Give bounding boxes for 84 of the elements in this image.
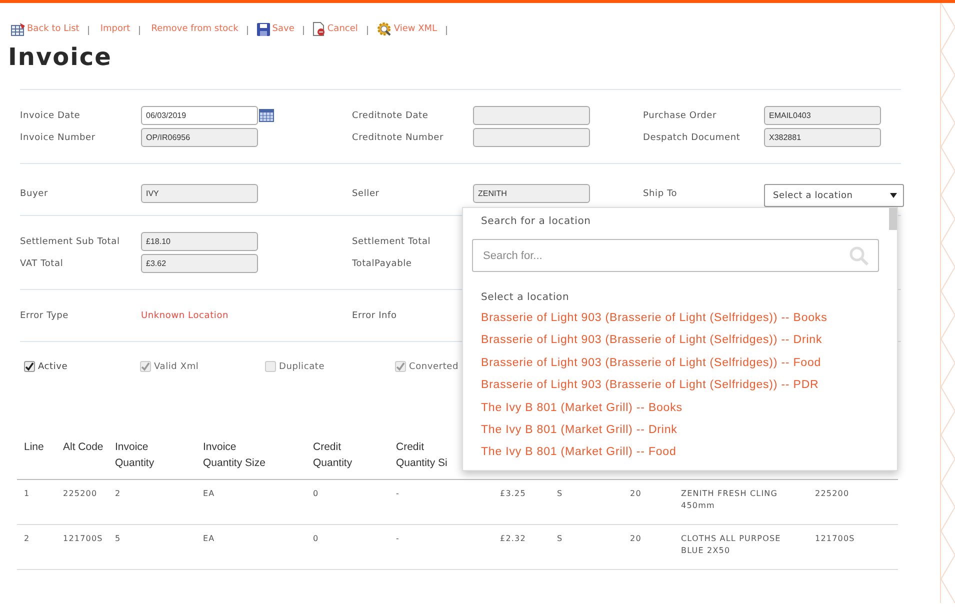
error-text: Unknown Location bbox=[141, 310, 229, 320]
field-label: Error Info bbox=[352, 310, 398, 320]
readonly-input-field[interactable]: OP/IR06956 bbox=[141, 128, 258, 147]
table-cell: S bbox=[557, 489, 563, 498]
search-field[interactable]: Search for... bbox=[472, 239, 879, 272]
field-label: TotalPayable bbox=[352, 258, 413, 268]
location-option[interactable]: Brasserie of Light 903 (Brasserie of Light (Selfridges)) -- PDR bbox=[463, 374, 897, 397]
column-header: Invoice Quantity bbox=[115, 440, 156, 471]
toolbar-link[interactable]: Remove from stock bbox=[149, 24, 238, 34]
field-label: Creditnote Number bbox=[352, 132, 444, 142]
table-cell: 1 bbox=[24, 489, 30, 498]
table-icon bbox=[11, 22, 25, 36]
readonly-input-field[interactable]: £3.62 bbox=[141, 254, 258, 273]
toolbar-link[interactable]: Import bbox=[98, 24, 130, 34]
column-header: Credit Quantity bbox=[313, 440, 354, 471]
page-title: Invoice bbox=[8, 43, 113, 71]
table-cell: 5 bbox=[115, 534, 121, 543]
table-cell: ZENITH FRESH CLING 450mm bbox=[681, 489, 778, 510]
field-label: Purchase Order bbox=[643, 110, 718, 120]
table-cell: 225200 bbox=[63, 489, 98, 498]
caret-icon bbox=[890, 193, 897, 198]
field-label: Creditnote Date bbox=[352, 110, 430, 120]
toolbar-link[interactable]: Back to List bbox=[11, 22, 80, 36]
field-label: Ship To bbox=[643, 188, 678, 198]
readonly-input-field[interactable]: X382881 bbox=[764, 128, 881, 147]
readonly-input-field[interactable] bbox=[473, 128, 590, 147]
option-group-label: Select a location bbox=[480, 291, 570, 305]
gear-magnifier-icon bbox=[376, 22, 392, 36]
table-cell: 0 bbox=[313, 489, 319, 498]
readonly-input-field[interactable]: IVY bbox=[141, 184, 258, 203]
table-cell: - bbox=[396, 534, 400, 543]
readonly-input-field[interactable]: ZENITH bbox=[473, 184, 590, 203]
field-label: Seller bbox=[352, 188, 380, 198]
search-icon bbox=[849, 246, 869, 266]
table-cell: £2.32 bbox=[500, 534, 526, 543]
table-cell: 20 bbox=[630, 534, 642, 543]
date-input-field[interactable]: 06/03/2019 bbox=[141, 106, 258, 125]
toolbar-link[interactable]: Cancel bbox=[313, 22, 358, 36]
field-label: Settlement Total bbox=[352, 236, 432, 246]
checkbox-label: Converted bbox=[409, 362, 459, 372]
field-label: Invoice Number bbox=[20, 132, 96, 142]
column-header: Invoice Quantity Size bbox=[203, 440, 266, 471]
field-label: Buyer bbox=[20, 188, 49, 198]
location-option[interactable]: Brasserie of Light 903 (Brasserie of Light (Selfridges)) -- Drink bbox=[463, 329, 897, 352]
location-option[interactable]: Brasserie of Light 903 (Brasserie of Light (Selfridges)) -- Food bbox=[463, 352, 897, 374]
field-label: VAT Total bbox=[20, 258, 64, 268]
readonly-input-field[interactable]: £18.10 bbox=[141, 232, 258, 251]
readonly-input-field[interactable]: EMAIL0403 bbox=[764, 106, 881, 125]
checkbox[interactable] bbox=[24, 361, 35, 372]
checkbox-label: Valid Xml bbox=[154, 362, 199, 372]
readonly-input-field[interactable] bbox=[473, 106, 590, 125]
table-cell: 121700S bbox=[63, 534, 103, 543]
table-cell: CLOTHS ALL PURPOSE BLUE 2X50 bbox=[681, 534, 781, 555]
table-cell: 0 bbox=[313, 534, 319, 543]
table-cell: - bbox=[396, 489, 400, 498]
table-cell: S bbox=[557, 534, 563, 543]
field-label: Invoice Date bbox=[20, 110, 82, 120]
location-option[interactable]: The Ivy B 801 (Market Grill) -- Drink bbox=[463, 418, 897, 442]
table-cell: 225200 bbox=[815, 489, 850, 498]
location-select[interactable]: Select a location bbox=[764, 184, 904, 207]
location-option[interactable]: The Ivy B 801 (Market Grill) -- Books bbox=[463, 396, 897, 419]
document-cancel-icon bbox=[313, 22, 326, 36]
toolbar-link[interactable]: Save bbox=[257, 22, 294, 36]
table-cell: £3.25 bbox=[500, 489, 526, 498]
location-option[interactable]: The Ivy B 801 (Market Grill) -- Food bbox=[463, 441, 897, 464]
field-label: Error Type bbox=[20, 310, 70, 320]
field-label: Settlement Sub Total bbox=[20, 236, 121, 246]
column-header: Line bbox=[24, 440, 45, 455]
table-cell: 20 bbox=[630, 489, 642, 498]
checkbox-label: Duplicate bbox=[279, 362, 325, 372]
location-option[interactable]: Brasserie of Light 903 (Brasserie of Light (Selfridges)) -- Books bbox=[463, 307, 897, 330]
table-cell: EA bbox=[203, 489, 215, 498]
field-label: Despatch Document bbox=[643, 132, 742, 142]
dropdown-heading: Search for a location bbox=[481, 215, 592, 227]
table-cell: 121700S bbox=[815, 534, 855, 543]
checkbox-label: Active bbox=[38, 362, 68, 372]
scrollbar-thumb[interactable] bbox=[889, 208, 897, 230]
column-header: Credit Quantity Si bbox=[396, 440, 448, 471]
column-header: Alt Code bbox=[63, 440, 104, 455]
calendar-icon[interactable] bbox=[259, 109, 274, 122]
table-cell: 2 bbox=[115, 489, 121, 498]
toolbar-link[interactable]: View XML bbox=[376, 22, 438, 36]
table-cell: EA bbox=[203, 534, 215, 543]
table-cell: 2 bbox=[24, 534, 30, 543]
